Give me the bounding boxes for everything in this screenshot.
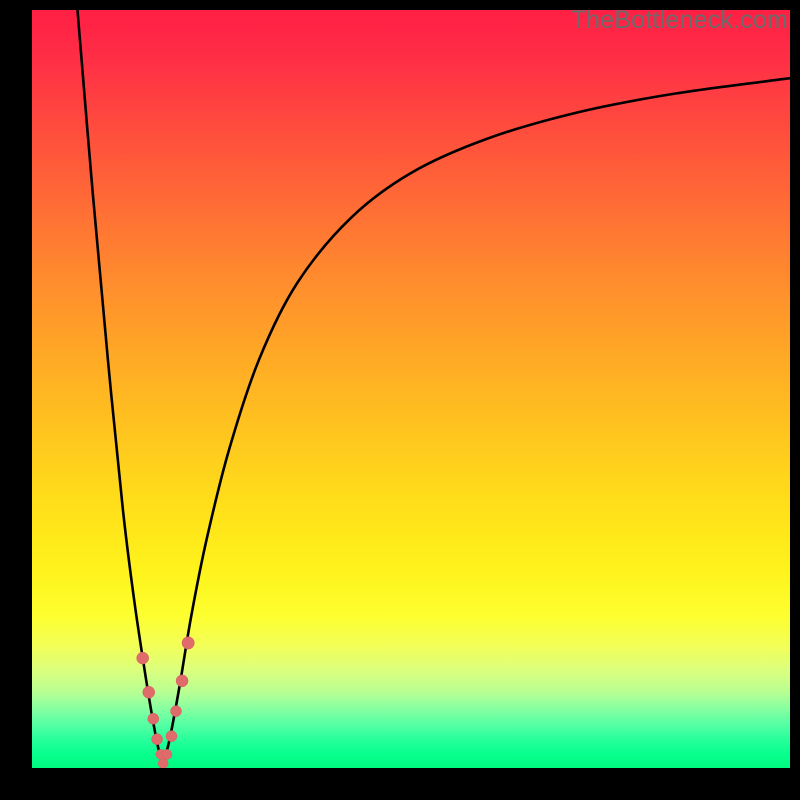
marker-layer <box>32 10 790 768</box>
plot-area <box>32 10 790 768</box>
marker-dot <box>166 731 177 742</box>
marker-dot <box>158 758 168 768</box>
marker-dot <box>148 713 159 724</box>
marker-dot <box>137 652 149 664</box>
marker-dot <box>171 706 182 717</box>
marker-group <box>137 637 195 768</box>
marker-dot <box>182 637 194 649</box>
marker-dot <box>162 749 172 759</box>
marker-dot <box>152 734 163 745</box>
marker-dot <box>176 675 188 687</box>
marker-dot <box>143 686 155 698</box>
chart-frame: TheBottleneck.com <box>0 0 800 800</box>
